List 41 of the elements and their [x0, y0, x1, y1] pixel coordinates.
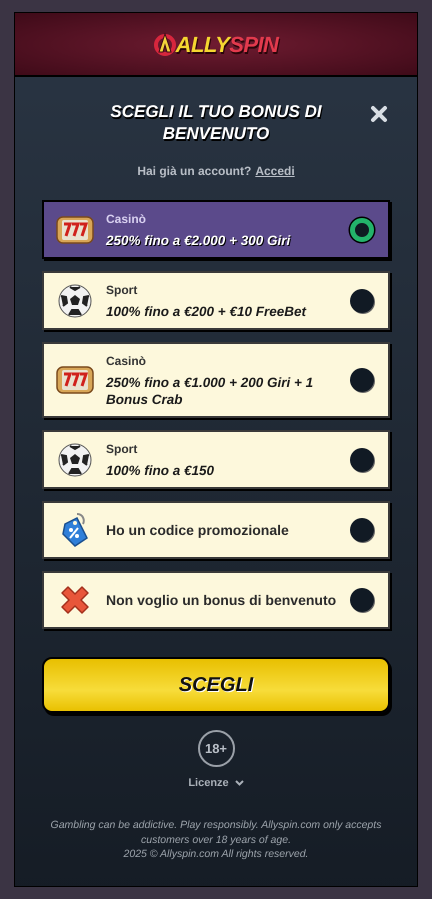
login-link[interactable]: Accedi [255, 162, 295, 180]
soccer-ball-icon [58, 284, 92, 318]
chevron-down-icon [234, 780, 244, 786]
option-offer: 100% fino a €200 + €10 FreeBet [106, 303, 308, 320]
bonus-option[interactable]: Casinò 250% fino a €1.000 + 200 Giri + 1 Bonus Crab [42, 342, 390, 418]
soccer-ball-icon [58, 442, 92, 476]
submit-button[interactable]: SCEGLI [42, 657, 390, 713]
bonus-option[interactable]: Ho un codice promozionale [42, 501, 390, 559]
login-prompt: Hai già un account? [137, 163, 252, 180]
option-category: Casinò [106, 353, 148, 370]
bonus-option[interactable]: Non voglio un bonus di benvenuto [42, 571, 390, 629]
bonus-option[interactable]: Casinò 250% fino a €2.000 + 300 Giri [42, 200, 390, 259]
option-category: Sport [106, 441, 138, 458]
radio-button[interactable] [350, 518, 374, 542]
modal-title: SCEGLI IL TUO BONUS DI BENVENUTO [109, 101, 323, 145]
close-button[interactable] [368, 103, 390, 125]
option-label: Non voglio un bonus di benvenuto [106, 590, 338, 610]
option-label: Ho un codice promozionale [106, 520, 290, 540]
radio-button[interactable] [350, 448, 374, 472]
option-offer: 100% fino a €150 [106, 462, 216, 479]
logo-text: ALLY [176, 30, 230, 58]
copyright-text: 2025 © Allyspin.com All rights reserved. [124, 848, 308, 860]
slot-reels-icon [56, 214, 94, 244]
option-category: Casinò [106, 211, 148, 228]
option-offer: 250% fino a €1.000 + 200 Giri + 1 Bonus Crab [106, 374, 314, 408]
licenses-toggle[interactable]: Licenze [188, 775, 244, 792]
bonus-option[interactable]: Sport 100% fino a €200 + €10 FreeBet [42, 271, 390, 330]
radio-button[interactable] [350, 288, 374, 312]
logo-text: SPIN [229, 30, 278, 58]
radio-button[interactable] [350, 588, 374, 612]
option-category: Sport [106, 282, 138, 299]
radio-button[interactable] [350, 368, 374, 392]
radio-button[interactable] [350, 218, 374, 242]
option-offer: 250% fino a €2.000 + 300 Giri [106, 232, 292, 249]
disclaimer-text: Gambling can be addictive. Play responsibly. Allyspin.com only accepts customers over 18 years of age. [50, 818, 382, 848]
cross-icon [59, 584, 91, 616]
percent-tag-icon [59, 512, 91, 548]
age-badge: 18+ [198, 730, 234, 767]
slot-reels-icon [56, 365, 94, 395]
bonus-option[interactable]: Sport 100% fino a €150 [42, 430, 390, 489]
logo-emblem-icon [154, 32, 176, 56]
